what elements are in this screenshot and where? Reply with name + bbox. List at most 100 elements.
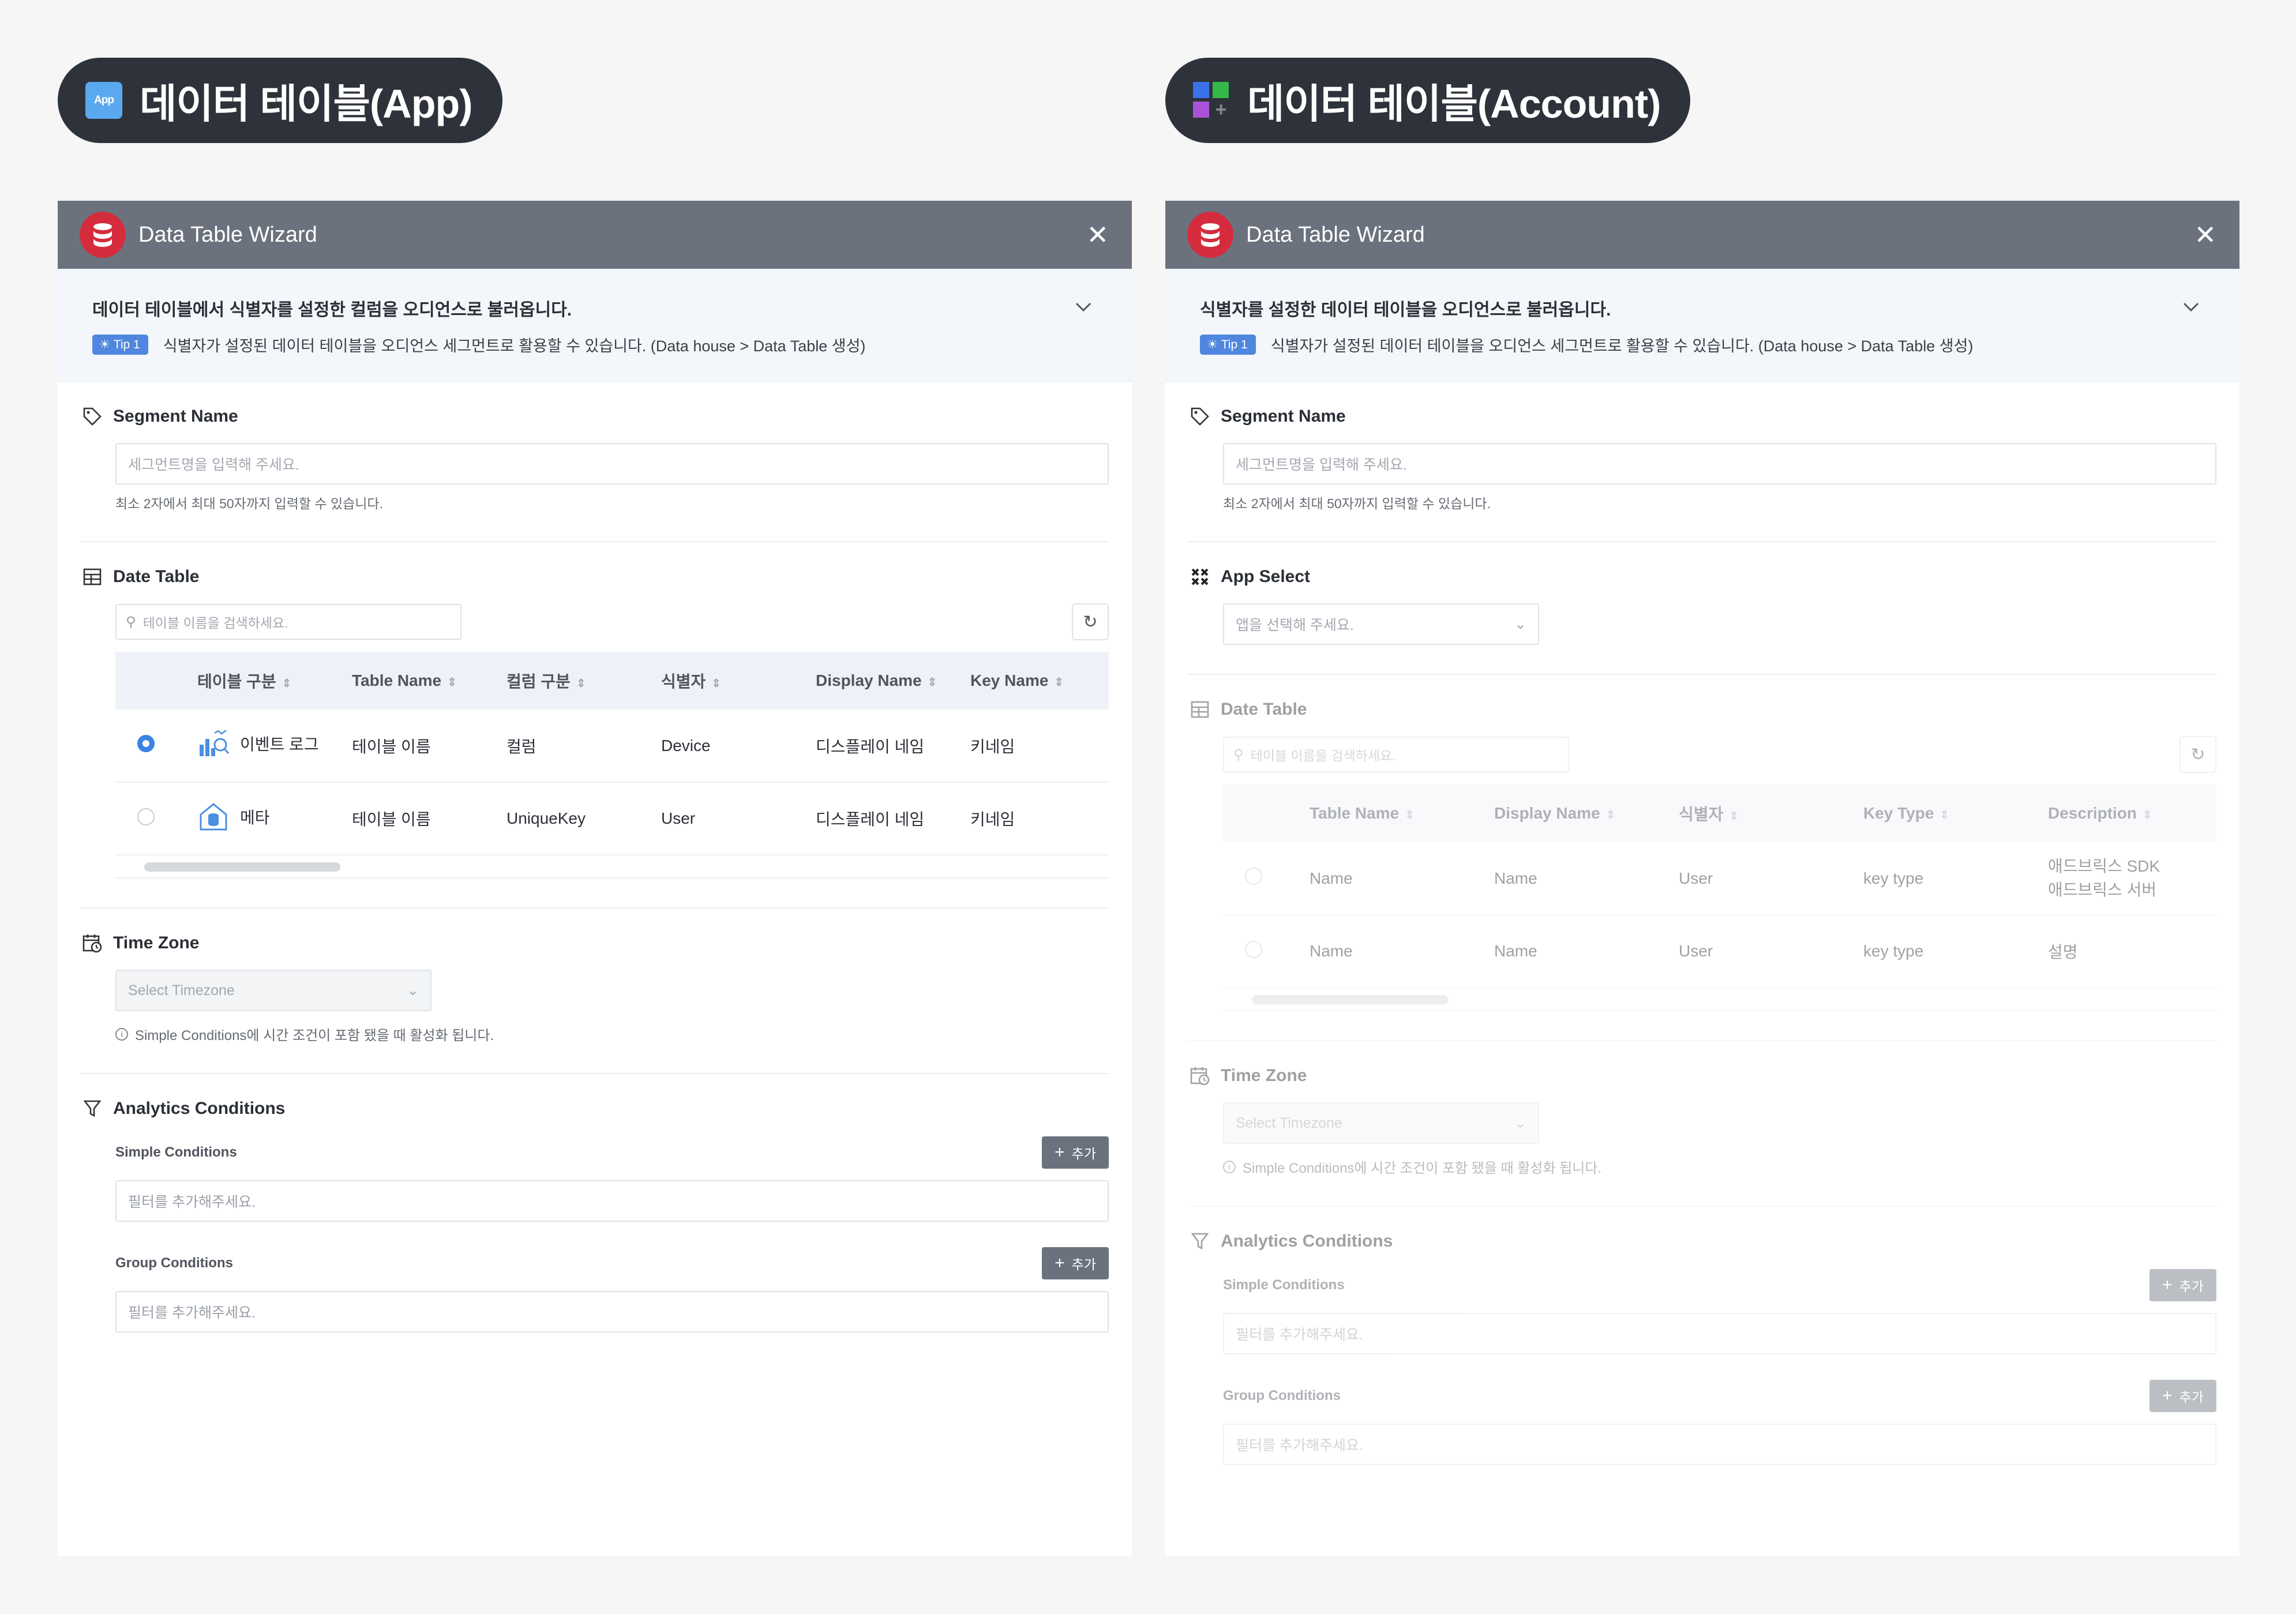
add-simple-condition-button[interactable]: + 추가 — [1042, 1136, 1109, 1169]
info-title: 식별자를 설정한 데이터 테이블을 오디언스로 불러옵니다. — [1200, 301, 1611, 320]
col-header[interactable]: Display Name ⇕ — [816, 652, 970, 710]
timezone-select[interactable]: Select Timezone ⌄ — [1223, 1102, 1539, 1144]
analytics-label: Analytics Conditions — [113, 1099, 286, 1118]
col-header[interactable]: 식별자 ⇕ — [1679, 785, 1863, 842]
data-table-label: Date Table — [113, 567, 200, 586]
chevron-down-icon[interactable] — [2183, 296, 2199, 316]
horizontal-scrollbar[interactable] — [1223, 988, 2216, 1011]
table-row[interactable]: 메타 테이블 이름 UniqueKey User 디스플레이 네임 키네임 — [115, 782, 1109, 855]
account-badge-title: 데이터 테이블(Account) — [1247, 81, 1661, 126]
app-logo-icon: App — [85, 82, 122, 119]
info-banner: 데이터 테이블에서 식별자를 설정한 컬럼을 오디언스로 불러옵니다. ☀ Tip… — [58, 269, 1132, 382]
bulb-icon: ☀ — [99, 338, 110, 351]
simple-conditions-input[interactable]: 필터를 추가해주세요. — [1223, 1313, 2216, 1354]
segment-name-input[interactable]: 세그먼트명을 입력해 주세요. — [115, 443, 1109, 485]
table-icon — [1188, 698, 1211, 721]
sort-icon: ⇕ — [2143, 809, 2152, 821]
refresh-icon: ↻ — [2190, 745, 2205, 764]
chevron-down-icon[interactable] — [1075, 296, 1091, 316]
table-row[interactable]: Name Name User key type 설명 — [1223, 915, 2216, 988]
data-table-grid: 테이블 구분 ⇕ Table Name ⇕ 컬럼 구분 ⇕ 식별자 ⇕ Display … — [115, 652, 1109, 855]
col-header[interactable]: Key Type ⇕ — [1863, 785, 2048, 842]
tip-text: 식별자가 설정된 데이터 테이블을 오디언스 세그먼트로 활용할 수 있습니다.… — [1270, 337, 1974, 355]
close-icon[interactable]: ✕ — [1086, 219, 1109, 250]
sort-icon: ⇕ — [1405, 809, 1415, 821]
row-radio[interactable] — [1245, 940, 1262, 958]
col-header[interactable]: Key Name ⇕ — [970, 652, 1109, 710]
wizard-title: Data Table Wizard — [138, 222, 317, 247]
table-search-input[interactable]: ⚲ 테이블 이름을 검색하세요. — [1223, 737, 1569, 772]
account-data-table-wizard: Data Table Wizard ✕ 식별자를 설정한 데이터 테이블을 오디… — [1165, 201, 2239, 1556]
sort-icon: ⇕ — [1605, 809, 1616, 821]
select-col-header — [115, 652, 197, 710]
app-grid-icon — [1188, 565, 1211, 588]
row-radio[interactable] — [137, 808, 155, 825]
tip-text: 식별자가 설정된 데이터 테이블을 오디언스 세그먼트로 활용할 수 있습니다.… — [163, 337, 866, 355]
sort-icon: ⇕ — [282, 677, 292, 690]
timezone-note: i Simple Conditions에 시간 조건이 포함 됐을 때 활성화 … — [1223, 1157, 2216, 1177]
database-icon — [1187, 212, 1233, 258]
col-header[interactable]: Table Name ⇕ — [352, 652, 507, 710]
sort-icon: ⇕ — [927, 676, 937, 689]
plus-icon: + — [1055, 1253, 1065, 1273]
refresh-icon: ↻ — [1083, 612, 1098, 632]
timezone-label: Time Zone — [113, 933, 200, 952]
group-conditions-input[interactable]: 필터를 추가해주세요. — [115, 1291, 1109, 1333]
app-select-section: App Select 앱을 선택해 주세요. ⌄ — [1188, 542, 2216, 675]
segment-name-section: Segment Name 세그먼트명을 입력해 주세요. 최소 2자에서 최대 … — [81, 382, 1109, 542]
event-log-icon — [197, 727, 230, 760]
row-radio[interactable] — [1245, 868, 1262, 885]
horizontal-scrollbar[interactable] — [115, 855, 1109, 879]
segment-name-input[interactable]: 세그먼트명을 입력해 주세요. — [1223, 443, 2216, 485]
info-title: 데이터 테이블에서 식별자를 설정한 컬럼을 오디언스로 불러옵니다. — [92, 301, 572, 320]
table-search-input[interactable]: ⚲ 테이블 이름을 검색하세요. — [115, 604, 462, 640]
sort-icon: ⇕ — [1729, 810, 1739, 823]
segment-name-label: Segment Name — [1221, 407, 1346, 426]
col-header[interactable]: 식별자 ⇕ — [661, 652, 816, 710]
timezone-select[interactable]: Select Timezone ⌄ — [115, 970, 432, 1011]
tag-icon — [1188, 405, 1211, 428]
col-header[interactable]: 컬럼 구분 ⇕ — [507, 652, 661, 710]
segment-name-hint: 최소 2자에서 최대 50자까지 입력할 수 있습니다. — [115, 496, 383, 511]
sort-icon: ⇕ — [576, 677, 586, 690]
info-banner: 식별자를 설정한 데이터 테이블을 오디언스로 불러옵니다. ☀ Tip 1 식별… — [1165, 269, 2239, 382]
add-simple-condition-button[interactable]: + 추가 — [2149, 1269, 2216, 1301]
col-header[interactable]: 테이블 구분 ⇕ — [197, 652, 352, 710]
row-radio[interactable] — [137, 735, 155, 752]
col-header[interactable]: Display Name ⇕ — [1494, 785, 1679, 842]
analytics-section: Analytics Conditions Simple Conditions +… — [81, 1074, 1109, 1361]
add-group-condition-button[interactable]: + 추가 — [2149, 1380, 2216, 1412]
segment-name-section: Segment Name 세그먼트명을 입력해 주세요. 최소 2자에서 최대 … — [1188, 382, 2216, 542]
add-group-condition-button[interactable]: + 추가 — [1042, 1247, 1109, 1279]
refresh-button[interactable]: ↻ — [2179, 736, 2216, 773]
tag-icon — [81, 405, 104, 428]
close-icon[interactable]: ✕ — [2194, 219, 2216, 250]
filter-icon — [81, 1097, 104, 1120]
col-header[interactable]: Description ⇕ — [2048, 785, 2216, 842]
col-header[interactable]: Table Name ⇕ — [1310, 785, 1494, 842]
simple-conditions-label: Simple Conditions — [115, 1144, 237, 1160]
wizard-header: Data Table Wizard ✕ — [1165, 201, 2239, 269]
sort-icon: ⇕ — [1939, 809, 1950, 821]
table-row[interactable]: Name Name User key type 애드브릭스 SDK 애드브릭스 서… — [1223, 842, 2216, 915]
filter-icon — [1188, 1230, 1211, 1253]
sort-icon: ⇕ — [447, 676, 457, 689]
group-conditions-label: Group Conditions — [115, 1255, 233, 1271]
plus-icon: + — [2162, 1275, 2173, 1294]
wizard-header: Data Table Wizard ✕ — [58, 201, 1132, 269]
tip-badge: ☀ Tip 1 — [1200, 335, 1256, 355]
analytics-section: Analytics Conditions Simple Conditions +… — [1188, 1207, 2216, 1494]
account-logo-icon: + — [1193, 82, 1230, 119]
data-table-label: Date Table — [1221, 700, 1307, 719]
table-row[interactable]: 이벤트 로그 테이블 이름 컬럼 Device 디스플레이 네임 키네임 — [115, 710, 1109, 783]
refresh-button[interactable]: ↻ — [1072, 603, 1109, 640]
bulb-icon: ☀ — [1207, 338, 1218, 351]
chevron-down-icon: ⌄ — [1514, 1115, 1526, 1131]
data-table-section: Date Table ⚲ 테이블 이름을 검색하세요. ↻ — [81, 542, 1109, 909]
simple-conditions-input[interactable]: 필터를 추가해주세요. — [115, 1180, 1109, 1222]
timezone-label: Time Zone — [1221, 1066, 1307, 1085]
app-select-dropdown[interactable]: 앱을 선택해 주세요. ⌄ — [1223, 603, 1539, 645]
select-col-header — [1223, 785, 1310, 842]
group-conditions-input[interactable]: 필터를 추가해주세요. — [1223, 1424, 2216, 1465]
meta-house-icon — [197, 801, 230, 833]
